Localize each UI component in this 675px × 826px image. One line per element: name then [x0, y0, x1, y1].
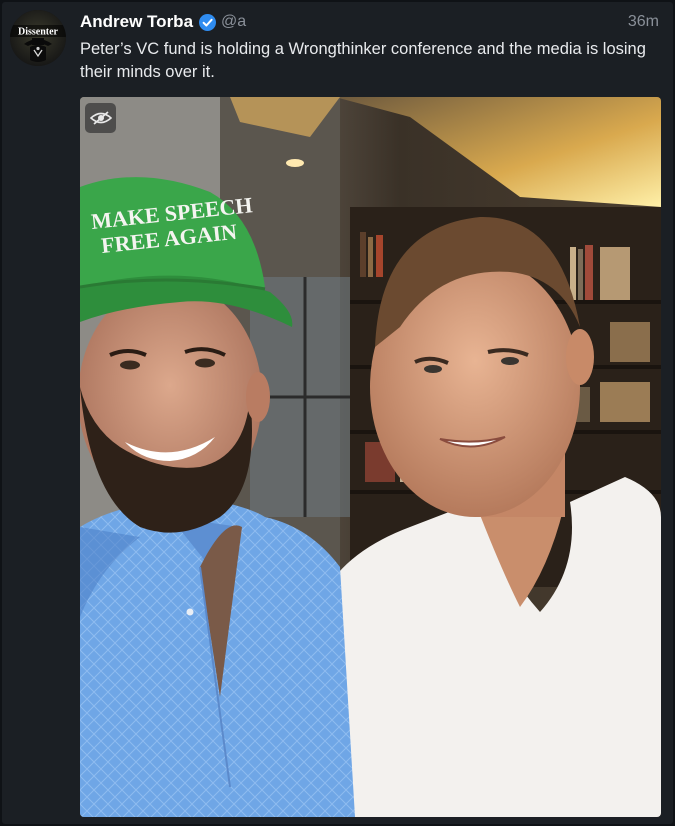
post-card: Dissenter Andrew Torba @a 36m Peter’s VC… [2, 2, 673, 824]
dissenter-logo-icon: Dissenter [10, 10, 66, 66]
verified-badge-icon [199, 13, 217, 31]
post-photo[interactable]: MAKE SPEECH FREE AGAIN [80, 97, 661, 817]
eye-slash-icon [89, 111, 112, 125]
post-header: Andrew Torba @a 36m [80, 9, 659, 35]
post-timestamp[interactable]: 36m [628, 13, 659, 31]
author-display-name[interactable]: Andrew Torba [80, 12, 193, 32]
avatar-label: Dissenter [18, 27, 59, 38]
photo-illustration: MAKE SPEECH FREE AGAIN [80, 97, 661, 817]
hide-media-button[interactable] [85, 103, 116, 133]
author-avatar[interactable]: Dissenter [10, 10, 66, 66]
author-handle[interactable]: @a [221, 13, 246, 31]
post-body-text: Peter’s VC fund is holding a Wrongthinke… [80, 40, 646, 81]
